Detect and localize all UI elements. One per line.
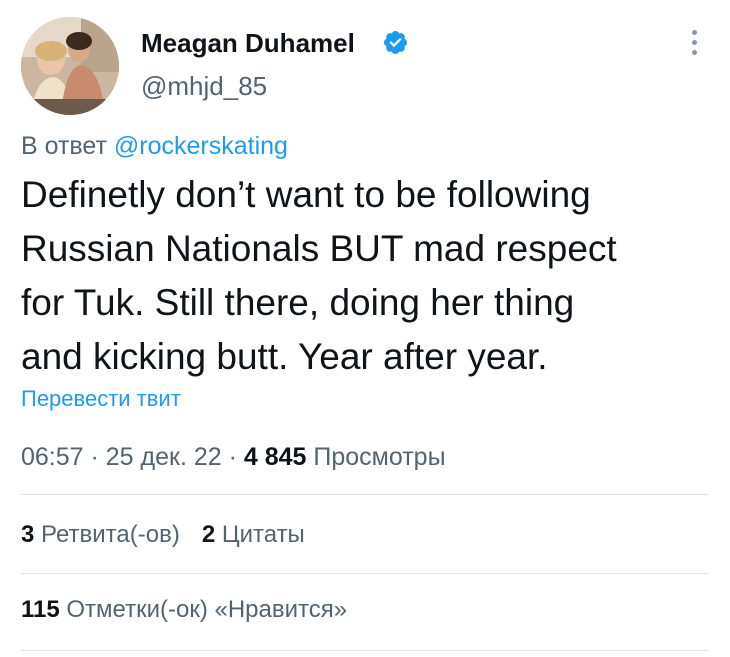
likes-label: Отметки(-ок) «Нравится» bbox=[66, 596, 348, 623]
tweet-date[interactable]: 25 дек. 22 bbox=[106, 443, 222, 471]
author-name[interactable]: Meagan Duhamel bbox=[141, 27, 355, 59]
meta-separator: · bbox=[83, 443, 106, 471]
tweet-meta: 06:57 · 25 дек. 22 · 4 845 Просмотры bbox=[21, 440, 446, 474]
likes-stats: 115 Отметки(-ок) «Нравится» bbox=[21, 594, 347, 626]
reply-context: В ответ @rockerskating bbox=[21, 130, 288, 162]
tweet-time[interactable]: 06:57 bbox=[21, 443, 84, 471]
likes-count: 115 bbox=[21, 596, 60, 623]
quotes-stat[interactable]: 2 Цитаты bbox=[202, 521, 305, 548]
likes-stat[interactable]: 115 Отметки(-ок) «Нравится» bbox=[21, 596, 347, 623]
divider bbox=[21, 494, 709, 495]
reply-mention-link[interactable]: @rockerskating bbox=[114, 132, 288, 160]
tweet-text-line: Russian Nationals BUT mad respect bbox=[21, 228, 617, 269]
tweet-text-line: and kicking butt. Year after year. bbox=[21, 336, 548, 377]
views-count: 4 845 bbox=[243, 443, 307, 471]
retweets-stat[interactable]: 3 Ретвита(-ов) bbox=[21, 521, 180, 548]
retweets-count: 3 bbox=[21, 521, 35, 548]
author-handle[interactable]: @mhjd_85 bbox=[141, 70, 267, 102]
retweets-label: Ретвита(-ов) bbox=[41, 521, 180, 548]
tweet-text-line: for Tuk. Still there, doing her thing bbox=[21, 282, 575, 323]
reply-prefix: В ответ bbox=[21, 132, 107, 160]
views-label: Просмотры bbox=[313, 443, 446, 471]
tweet-text: Definetly don’t want to be following Rus… bbox=[21, 168, 701, 384]
divider bbox=[21, 573, 709, 574]
avatar-photo bbox=[21, 17, 119, 115]
tweet-text-line: Definetly don’t want to be following bbox=[21, 174, 591, 215]
retweet-quote-stats: 3 Ретвита(-ов) 2 Цитаты bbox=[21, 519, 305, 551]
tweet-card: Meagan Duhamel @mhjd_85 В ответ @rockers… bbox=[0, 0, 730, 657]
more-options-icon[interactable] bbox=[682, 30, 706, 60]
avatar[interactable] bbox=[21, 17, 119, 115]
divider bbox=[21, 650, 709, 651]
translate-tweet-link[interactable]: Перевести твит bbox=[21, 384, 181, 414]
meta-separator: · bbox=[221, 443, 244, 471]
quotes-count: 2 bbox=[201, 521, 216, 548]
verified-badge-icon bbox=[383, 30, 408, 55]
quotes-label: Цитаты bbox=[221, 521, 305, 548]
